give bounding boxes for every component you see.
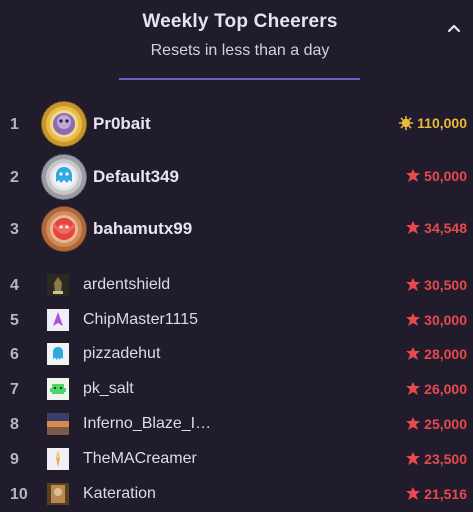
avatar [47,378,69,400]
leaderboard-row-10[interactable]: 10 Kateration 21,516 [0,483,473,507]
rank-number: 4 [10,277,19,294]
amount-value: 30,500 [424,277,467,293]
cheer-amount: 21,516 [405,486,467,502]
leader-name[interactable]: ardentshield [83,276,170,294]
leader-name[interactable]: Kateration [83,485,156,503]
cheer-amount: 34,548 [405,220,467,236]
rank-number: 2 [10,169,19,186]
red-bits-icon [406,417,421,430]
red-bits-icon [406,221,421,234]
red-bits-icon [406,382,421,395]
avatar [47,274,69,296]
leaderboard-panel: Weekly Top Cheerers Resets in less than … [0,0,473,512]
avatar [47,343,69,365]
leader-name[interactable]: Pr0bait [93,114,151,134]
leader-name[interactable]: pk_salt [83,380,134,398]
gold-badge-avatar [41,101,87,147]
rank-number: 6 [10,346,19,363]
amount-value: 110,000 [417,115,467,131]
cheer-amount: 30,000 [405,312,467,328]
rank-number: 9 [10,451,19,468]
reset-subtitle: Resets in less than a day [150,42,330,59]
amount-value: 34,548 [424,220,467,236]
leaderboard-title: Weekly Top Cheerers [142,11,338,32]
red-bits-icon [406,347,421,360]
leader-name[interactable]: bahamutx99 [93,219,192,239]
rank-number: 10 [10,486,28,503]
amount-value: 28,000 [424,346,467,362]
red-bits-icon [406,487,421,500]
leaderboard-row-6[interactable]: 6 pizzadehut 28,000 [0,343,473,367]
red-bits-icon [406,313,421,326]
amount-value: 30,000 [424,312,467,328]
avatar [47,413,69,435]
leaderboard-row-7[interactable]: 7 pk_salt 26,000 [0,378,473,402]
cheer-amount: 28,000 [405,346,467,362]
chevron-up-icon [447,24,461,33]
avatar [47,309,69,331]
leader-name[interactable]: TheMACreamer [83,450,197,468]
cheer-amount: 23,500 [405,451,467,467]
red-bits-icon [406,278,421,291]
amount-value: 23,500 [424,451,467,467]
leaderboard-row-4[interactable]: 4 ardentshield 30,500 [0,274,473,298]
amount-value: 50,000 [424,168,467,184]
avatar [47,448,69,470]
leader-name[interactable]: ChipMaster1115 [83,311,198,329]
red-bits-icon [406,452,421,465]
silver-badge-avatar [41,154,87,200]
cheer-amount: 26,000 [405,381,467,397]
leader-name[interactable]: pizzadehut [83,345,160,363]
amount-value: 21,516 [424,486,467,502]
leaderboard-row-1[interactable]: 1 Pr0bait 110,000 [0,100,473,148]
gold-bits-icon [398,115,414,131]
cheer-amount: 30,500 [405,277,467,293]
leaderboard-row-9[interactable]: 9 TheMACreamer 23,500 [0,448,473,472]
cheer-amount: 25,000 [405,416,467,432]
leaderboard-header: Weekly Top Cheerers Resets in less than … [0,0,473,86]
cheer-amount: 50,000 [405,168,467,184]
rank-number: 7 [10,381,19,398]
rank-number: 5 [10,312,19,329]
red-bits-icon [406,169,421,182]
leaderboard-row-3[interactable]: 3 bahamutx99 34,548 [0,205,473,253]
leader-name[interactable]: Inferno_Blaze_I… [83,415,211,433]
leaderboard-row-5[interactable]: 5 ChipMaster1115 30,000 [0,309,473,333]
collapse-button[interactable] [444,18,464,38]
avatar [47,483,69,505]
rank-number: 1 [10,116,19,133]
leaderboard-row-2[interactable]: 2 Default349 50,000 [0,153,473,201]
rank-number: 8 [10,416,19,433]
cheer-amount: 110,000 [398,115,467,131]
leader-name[interactable]: Default349 [93,167,179,187]
amount-value: 26,000 [424,381,467,397]
leaderboard-row-8[interactable]: 8 Inferno_Blaze_I… 25,000 [0,413,473,437]
rank-number: 3 [10,221,19,238]
header-divider [119,78,360,80]
bronze-badge-avatar [41,206,87,252]
amount-value: 25,000 [424,416,467,432]
